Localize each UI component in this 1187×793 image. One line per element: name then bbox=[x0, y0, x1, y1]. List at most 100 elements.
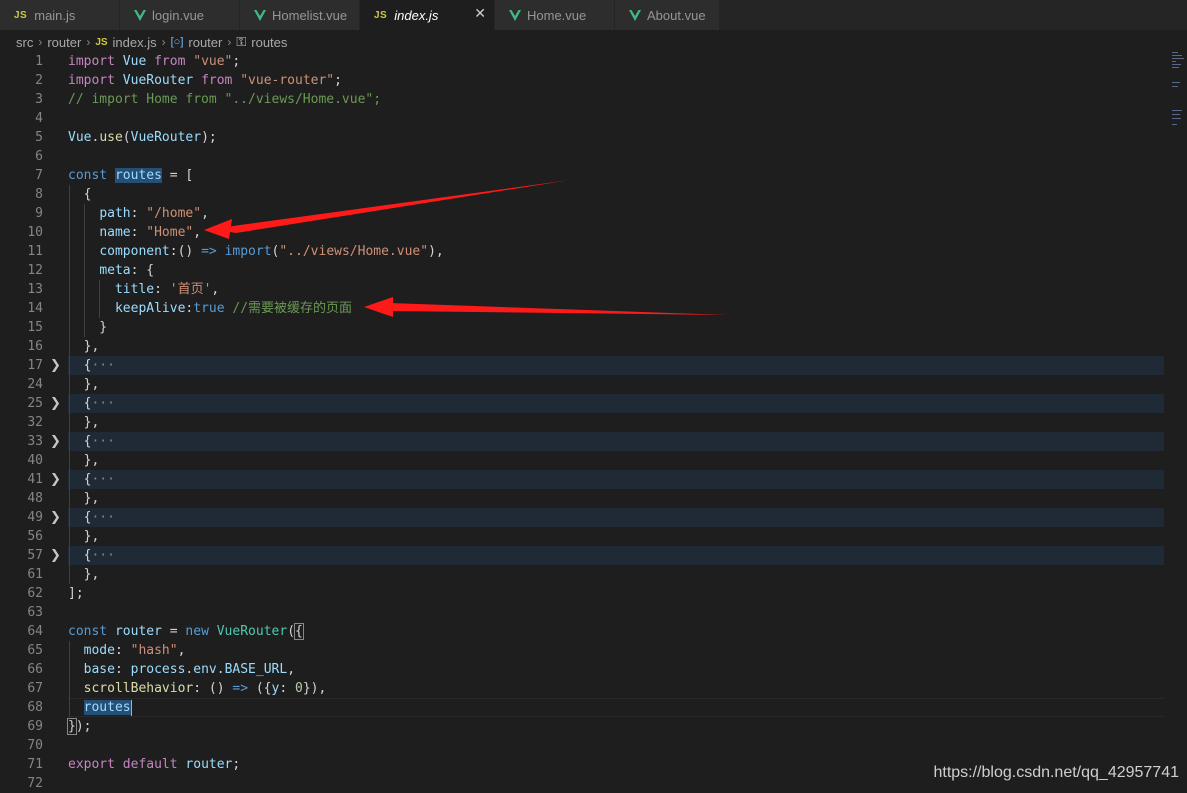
fold-chevron-icon[interactable]: ❯ bbox=[50, 508, 61, 527]
code-line[interactable]: 17 ❯ {··· bbox=[0, 356, 1187, 375]
code-token: : bbox=[114, 643, 131, 658]
code-text: }, bbox=[68, 413, 100, 432]
code-line[interactable]: 66 base: process.env.BASE_URL, bbox=[0, 660, 1187, 679]
tab-label: main.js bbox=[34, 7, 76, 23]
code-line[interactable]: 13 title: '首页', bbox=[0, 280, 1187, 299]
code-token: : () bbox=[193, 681, 233, 696]
code-token: { bbox=[68, 358, 92, 373]
code-line[interactable]: 11 component:() => import("../views/Home… bbox=[0, 242, 1187, 261]
line-number: 68 bbox=[27, 700, 43, 715]
js-file-icon: JS bbox=[374, 9, 388, 21]
code-line[interactable]: 63 bbox=[0, 603, 1187, 622]
code-editor[interactable]: 1 import Vue from "vue"; 2 import VueRouter… bbox=[0, 52, 1187, 792]
code-line[interactable]: 49 ❯ {··· bbox=[0, 508, 1187, 527]
tab-about-vue[interactable]: About.vue bbox=[615, 0, 720, 30]
breadcrumb-item[interactable]: router bbox=[47, 35, 81, 50]
code-line[interactable]: 16 }, bbox=[0, 337, 1187, 356]
code-line[interactable]: 65 mode: "hash", bbox=[0, 641, 1187, 660]
code-text: }, bbox=[68, 489, 100, 508]
breadcrumb-item[interactable]: index.js bbox=[113, 35, 157, 50]
fold-chevron-icon[interactable]: ❯ bbox=[50, 546, 61, 565]
minimap-line bbox=[1172, 58, 1184, 59]
current-line-highlight bbox=[68, 698, 1164, 717]
line-number: 16 bbox=[27, 339, 43, 354]
code-line[interactable]: 12 meta: { bbox=[0, 261, 1187, 280]
line-number: 32 bbox=[27, 415, 43, 430]
breadcrumb-item[interactable]: src bbox=[16, 35, 33, 50]
tab-main-js[interactable]: JS main.js bbox=[0, 0, 120, 30]
code-line[interactable]: 3 // import Home from "../views/Home.vue"… bbox=[0, 90, 1187, 109]
line-number: 7 bbox=[35, 168, 43, 183]
code-token: "vue" bbox=[193, 54, 233, 69]
symbol-property-icon: ⚿ bbox=[236, 34, 247, 49]
fold-chevron-icon[interactable]: ❯ bbox=[50, 356, 61, 375]
code-line[interactable]: 8 { bbox=[0, 185, 1187, 204]
minimap[interactable] bbox=[1170, 52, 1187, 142]
code-line[interactable]: 64 const router = new VueRouter({ bbox=[0, 622, 1187, 641]
code-token: ··· bbox=[91, 358, 115, 373]
tab-index-js[interactable]: JS index.js ✕ bbox=[360, 0, 495, 30]
code-line[interactable]: 40 }, bbox=[0, 451, 1187, 470]
code-line[interactable]: 15 } bbox=[0, 318, 1187, 337]
code-token: true bbox=[193, 301, 225, 316]
tab-homelist-vue[interactable]: Homelist.vue bbox=[240, 0, 360, 30]
fold-chevron-icon[interactable]: ❯ bbox=[50, 432, 61, 451]
code-token: // import Home from "../views/Home.vue"; bbox=[68, 92, 382, 107]
code-text: scrollBehavior: () => ({y: 0}), bbox=[68, 679, 327, 698]
code-token: , bbox=[193, 225, 202, 240]
code-line[interactable]: 9 path: "/home", bbox=[0, 204, 1187, 223]
code-line[interactable]: 7 const routes = [ bbox=[0, 166, 1187, 185]
code-line[interactable]: 4 bbox=[0, 109, 1187, 128]
breadcrumb-item[interactable]: router bbox=[188, 35, 222, 50]
line-number: 57 bbox=[27, 548, 43, 563]
code-line[interactable]: 41 ❯ {··· bbox=[0, 470, 1187, 489]
minimap-line bbox=[1172, 52, 1178, 53]
code-line[interactable]: 33 ❯ {··· bbox=[0, 432, 1187, 451]
indent-guide bbox=[69, 185, 70, 584]
code-text: const router = new VueRouter({ bbox=[68, 622, 304, 641]
code-line[interactable]: 57 ❯ {··· bbox=[0, 546, 1187, 565]
code-line[interactable]: 61 }, bbox=[0, 565, 1187, 584]
fold-chevron-icon[interactable]: ❯ bbox=[50, 470, 61, 489]
code-line[interactable]: 48 }, bbox=[0, 489, 1187, 508]
tab-label: Homelist.vue bbox=[272, 7, 348, 23]
code-line[interactable]: 70 bbox=[0, 736, 1187, 755]
indent-guide bbox=[69, 641, 70, 717]
code-text: import Vue from "vue"; bbox=[68, 52, 240, 71]
code-line[interactable]: 6 bbox=[0, 147, 1187, 166]
breadcrumb-item[interactable]: routes bbox=[251, 35, 287, 50]
code-line[interactable]: 2 import VueRouter from "vue-router"; bbox=[0, 71, 1187, 90]
code-line[interactable]: 69}); bbox=[0, 717, 1187, 736]
code-line[interactable]: 24 }, bbox=[0, 375, 1187, 394]
code-token: ; bbox=[334, 73, 342, 88]
line-number: 4 bbox=[35, 111, 43, 126]
code-line[interactable]: 1 import Vue from "vue"; bbox=[0, 52, 1187, 71]
minimap-line bbox=[1172, 110, 1182, 111]
code-line[interactable]: 25 ❯ {··· bbox=[0, 394, 1187, 413]
code-token: => bbox=[201, 244, 217, 259]
code-line[interactable]: 14 keepAlive:true //需要被缓存的页面 bbox=[0, 299, 1187, 318]
code-token: Vue bbox=[68, 130, 92, 145]
code-text: meta: { bbox=[68, 261, 154, 280]
code-line[interactable]: 32 }, bbox=[0, 413, 1187, 432]
code-token: ( bbox=[122, 130, 131, 145]
code-text: {··· bbox=[68, 394, 115, 413]
fold-chevron-icon[interactable]: ❯ bbox=[50, 394, 61, 413]
code-token: ); bbox=[75, 719, 92, 734]
close-icon[interactable]: ✕ bbox=[474, 6, 486, 22]
code-line[interactable]: 56 }, bbox=[0, 527, 1187, 546]
code-line[interactable]: 68 routes bbox=[0, 698, 1187, 717]
code-line[interactable]: 62]; bbox=[0, 584, 1187, 603]
code-line[interactable]: 5 Vue.use(VueRouter); bbox=[0, 128, 1187, 147]
code-line[interactable]: 67 scrollBehavior: () => ({y: 0}), bbox=[0, 679, 1187, 698]
line-number: 61 bbox=[27, 567, 43, 582]
code-line[interactable]: 10 name: "Home", bbox=[0, 223, 1187, 242]
tab-login-vue[interactable]: login.vue bbox=[120, 0, 240, 30]
tab-home-vue[interactable]: Home.vue bbox=[495, 0, 615, 30]
code-token: ··· bbox=[91, 472, 115, 487]
code-token: scrollBehavior bbox=[83, 681, 194, 696]
line-number: 15 bbox=[27, 320, 43, 335]
